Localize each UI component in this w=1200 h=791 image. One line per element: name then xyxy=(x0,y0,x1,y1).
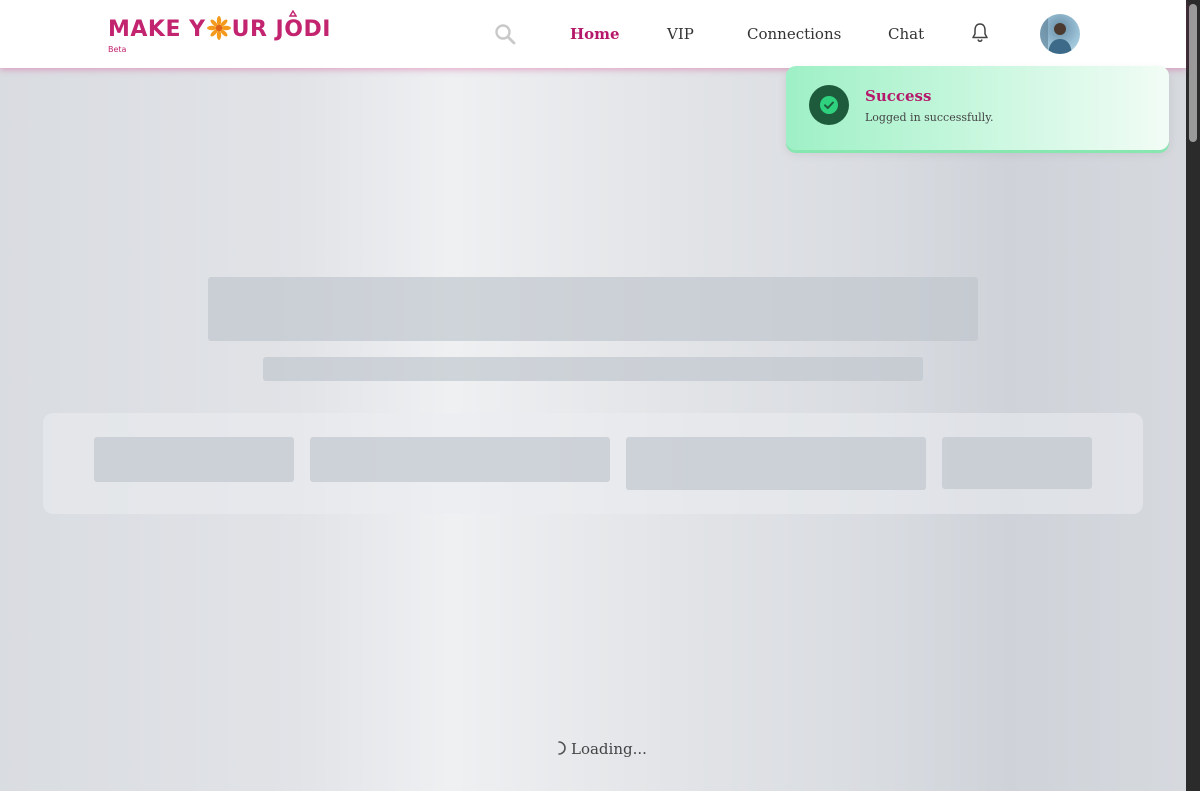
logo-text-part2: UR J xyxy=(231,17,285,42)
scrollbar-thumb[interactable] xyxy=(1189,4,1197,142)
success-toast[interactable]: Success Logged in successfully. xyxy=(786,66,1169,150)
skeleton-title xyxy=(208,277,978,341)
nav-chat[interactable]: Chat xyxy=(888,24,924,44)
nav-vip[interactable]: VIP xyxy=(667,24,694,44)
skeleton-block xyxy=(310,437,610,482)
check-circle-icon xyxy=(809,85,849,125)
main-content-skeleton: Loading... xyxy=(0,68,1186,791)
search-icon[interactable] xyxy=(493,22,517,46)
page-scrollbar[interactable] xyxy=(1186,0,1200,791)
bell-icon[interactable] xyxy=(968,21,992,45)
top-navbar: MAKE Y UR JO DI Beta Home VIP Connections… xyxy=(0,0,1186,68)
nav-home[interactable]: Home xyxy=(570,24,620,44)
beta-badge: Beta xyxy=(108,45,127,54)
toast-message: Logged in successfully. xyxy=(865,111,994,124)
skeleton-subtitle xyxy=(263,357,923,381)
loading-text: Loading... xyxy=(571,740,647,758)
flower-icon xyxy=(206,16,231,40)
logo-text-part3: DI xyxy=(303,17,331,42)
toast-title: Success xyxy=(865,87,932,105)
skeleton-block xyxy=(942,437,1092,489)
skeleton-block xyxy=(626,437,926,490)
logo-text-part1: MAKE Y xyxy=(108,17,206,42)
spinner-icon xyxy=(551,740,567,756)
ring-o-icon: O xyxy=(284,10,303,44)
profile-avatar[interactable] xyxy=(1040,14,1080,54)
loading-indicator: Loading... xyxy=(551,739,647,759)
skeleton-block xyxy=(94,437,294,482)
nav-connections[interactable]: Connections xyxy=(747,24,841,44)
app-logo[interactable]: MAKE Y UR JO DI xyxy=(108,10,331,44)
